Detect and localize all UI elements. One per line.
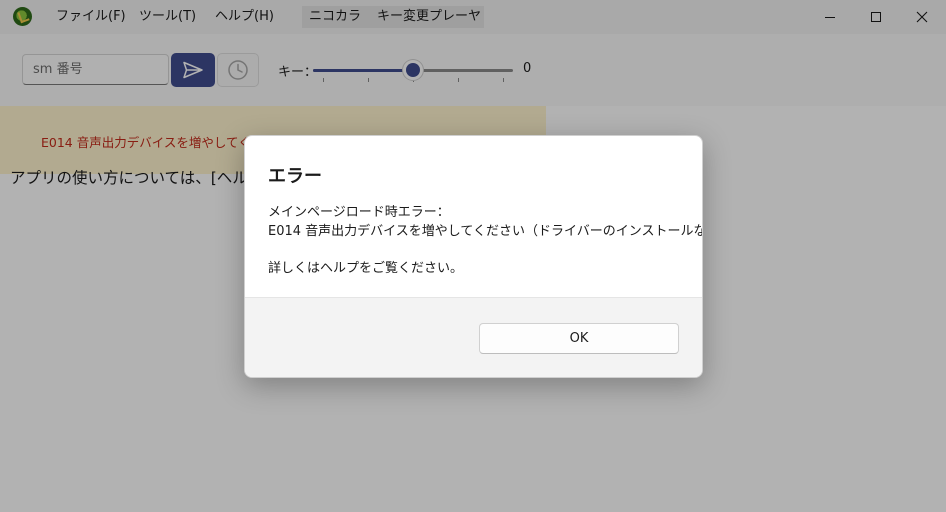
ok-button[interactable]: OK [479,323,679,354]
modal-overlay: エラー メインページロード時エラー： E014 音声出力デバイスを増やしてくださ… [0,0,946,512]
error-dialog: エラー メインページロード時エラー： E014 音声出力デバイスを増やしてくださ… [244,135,703,378]
dialog-footer: OK [245,297,702,377]
dialog-message-line: 詳しくはヘルプをご覧ください。 [268,261,464,276]
dialog-message-line: メインページロード時エラー： [268,205,450,220]
dialog-title: エラー [268,166,322,187]
dialog-message-line: E014 音声出力デバイスを増やしてください（ドライバーのインストールなど）。 [268,224,703,239]
